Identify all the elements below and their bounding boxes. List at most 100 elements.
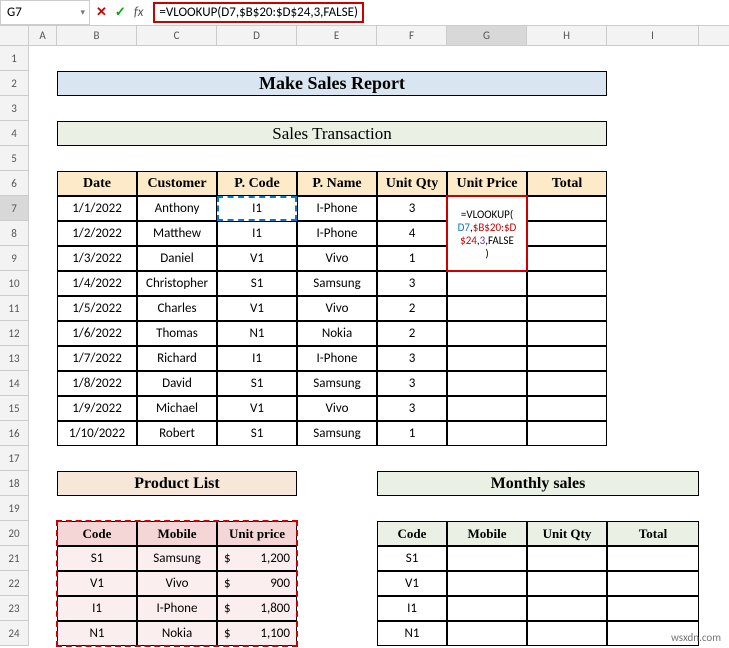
trans-name-6[interactable]: I-Phone [297, 346, 377, 371]
row-header-24[interactable]: 24 [0, 621, 29, 646]
trans-name-8[interactable]: Vivo [297, 396, 377, 421]
column-header-B[interactable]: B [57, 26, 137, 45]
row-header-21[interactable]: 21 [0, 546, 29, 571]
trans-total-1[interactable] [527, 221, 607, 246]
trans-date-5[interactable]: 1/6/2022 [57, 321, 137, 346]
row-header-10[interactable]: 10 [0, 271, 29, 296]
trans-date-4[interactable]: 1/5/2022 [57, 296, 137, 321]
row-header-16[interactable]: 16 [0, 421, 29, 446]
trans-qty-7[interactable]: 3 [377, 371, 447, 396]
monthly-total-1[interactable] [607, 571, 699, 596]
trans-cust-9[interactable]: Robert [137, 421, 217, 446]
row-header-8[interactable]: 8 [0, 221, 29, 246]
trans-total-4[interactable] [527, 296, 607, 321]
column-header-F[interactable]: F [377, 26, 447, 45]
row-header-6[interactable]: 6 [0, 171, 29, 196]
prod-code-0[interactable]: S1 [57, 546, 137, 571]
row-header-14[interactable]: 14 [0, 371, 29, 396]
trans-name-4[interactable]: Vivo [297, 296, 377, 321]
column-header-E[interactable]: E [297, 26, 377, 45]
prod-mobile-1[interactable]: Vivo [137, 571, 217, 596]
column-header-I[interactable]: I [607, 26, 699, 45]
trans-qty-2[interactable]: 1 [377, 246, 447, 271]
column-header-C[interactable]: C [137, 26, 217, 45]
trans-date-6[interactable]: 1/7/2022 [57, 346, 137, 371]
prod-code-3[interactable]: N1 [57, 621, 137, 646]
monthly-code-3[interactable]: N1 [377, 621, 447, 646]
trans-date-8[interactable]: 1/9/2022 [57, 396, 137, 421]
trans-qty-6[interactable]: 3 [377, 346, 447, 371]
trans-name-3[interactable]: Samsung [297, 271, 377, 296]
trans-date-2[interactable]: 1/3/2022 [57, 246, 137, 271]
monthly-mobile-1[interactable] [447, 571, 527, 596]
trans-date-3[interactable]: 1/4/2022 [57, 271, 137, 296]
column-header-H[interactable]: H [527, 26, 607, 45]
trans-total-5[interactable] [527, 321, 607, 346]
trans-code-9[interactable]: S1 [217, 421, 297, 446]
trans-date-7[interactable]: 1/8/2022 [57, 371, 137, 396]
trans-date-1[interactable]: 1/2/2022 [57, 221, 137, 246]
row-header-15[interactable]: 15 [0, 396, 29, 421]
fx-icon[interactable]: fx [134, 5, 144, 20]
trans-cust-7[interactable]: David [137, 371, 217, 396]
monthly-mobile-2[interactable] [447, 596, 527, 621]
row-header-12[interactable]: 12 [0, 321, 29, 346]
trans-total-2[interactable] [527, 246, 607, 271]
row-header-18[interactable]: 18 [0, 471, 29, 496]
row-header-3[interactable]: 3 [0, 96, 29, 121]
trans-qty-5[interactable]: 2 [377, 321, 447, 346]
trans-code-3[interactable]: S1 [217, 271, 297, 296]
trans-code-6[interactable]: I1 [217, 346, 297, 371]
prod-code-1[interactable]: V1 [57, 571, 137, 596]
name-box[interactable]: G7 ▾ [0, 0, 90, 25]
row-header-11[interactable]: 11 [0, 296, 29, 321]
monthly-mobile-3[interactable] [447, 621, 527, 646]
trans-cust-3[interactable]: Christopher [137, 271, 217, 296]
trans-price-6[interactable] [447, 346, 527, 371]
chevron-down-icon[interactable]: ▾ [80, 7, 85, 18]
trans-price-9[interactable] [447, 421, 527, 446]
formula-bar[interactable]: =VLOOKUP(D7,$B$20:$D$24,3,FALSE) [149, 0, 729, 25]
trans-cust-8[interactable]: Michael [137, 396, 217, 421]
trans-qty-4[interactable]: 2 [377, 296, 447, 321]
trans-code-1[interactable]: I1 [217, 221, 297, 246]
row-header-9[interactable]: 9 [0, 246, 29, 271]
trans-name-0[interactable]: I-Phone [297, 196, 377, 221]
prod-mobile-2[interactable]: I-Phone [137, 596, 217, 621]
prod-price-2[interactable]: $1,800 [217, 596, 297, 621]
row-header-4[interactable]: 4 [0, 121, 29, 146]
row-header-22[interactable]: 22 [0, 571, 29, 596]
trans-code-7[interactable]: S1 [217, 371, 297, 396]
trans-price-4[interactable] [447, 296, 527, 321]
column-header-A[interactable]: A [29, 26, 57, 45]
trans-code-4[interactable]: V1 [217, 296, 297, 321]
prod-mobile-0[interactable]: Samsung [137, 546, 217, 571]
trans-code-2[interactable]: V1 [217, 246, 297, 271]
monthly-qty-3[interactable] [527, 621, 607, 646]
cancel-icon[interactable]: ✕ [96, 5, 107, 20]
active-cell-formula[interactable]: =VLOOKUP(D7,$B$20:$D$24,3,FALSE) [447, 196, 527, 271]
prod-price-3[interactable]: $1,100 [217, 621, 297, 646]
monthly-qty-0[interactable] [527, 546, 607, 571]
trans-qty-8[interactable]: 3 [377, 396, 447, 421]
trans-name-1[interactable]: I-Phone [297, 221, 377, 246]
prod-code-2[interactable]: I1 [57, 596, 137, 621]
trans-name-7[interactable]: Samsung [297, 371, 377, 396]
monthly-qty-2[interactable] [527, 596, 607, 621]
trans-qty-0[interactable]: 3 [377, 196, 447, 221]
monthly-mobile-0[interactable] [447, 546, 527, 571]
row-header-20[interactable]: 20 [0, 521, 29, 546]
monthly-code-0[interactable]: S1 [377, 546, 447, 571]
row-header-5[interactable]: 5 [0, 146, 29, 171]
trans-cust-0[interactable]: Anthony [137, 196, 217, 221]
row-header-23[interactable]: 23 [0, 596, 29, 621]
row-header-13[interactable]: 13 [0, 346, 29, 371]
monthly-code-1[interactable]: V1 [377, 571, 447, 596]
column-header-G[interactable]: G [447, 26, 527, 45]
select-all-corner[interactable] [0, 26, 29, 45]
monthly-qty-1[interactable] [527, 571, 607, 596]
trans-cust-4[interactable]: Charles [137, 296, 217, 321]
trans-total-9[interactable] [527, 421, 607, 446]
trans-code-8[interactable]: V1 [217, 396, 297, 421]
trans-date-9[interactable]: 1/10/2022 [57, 421, 137, 446]
